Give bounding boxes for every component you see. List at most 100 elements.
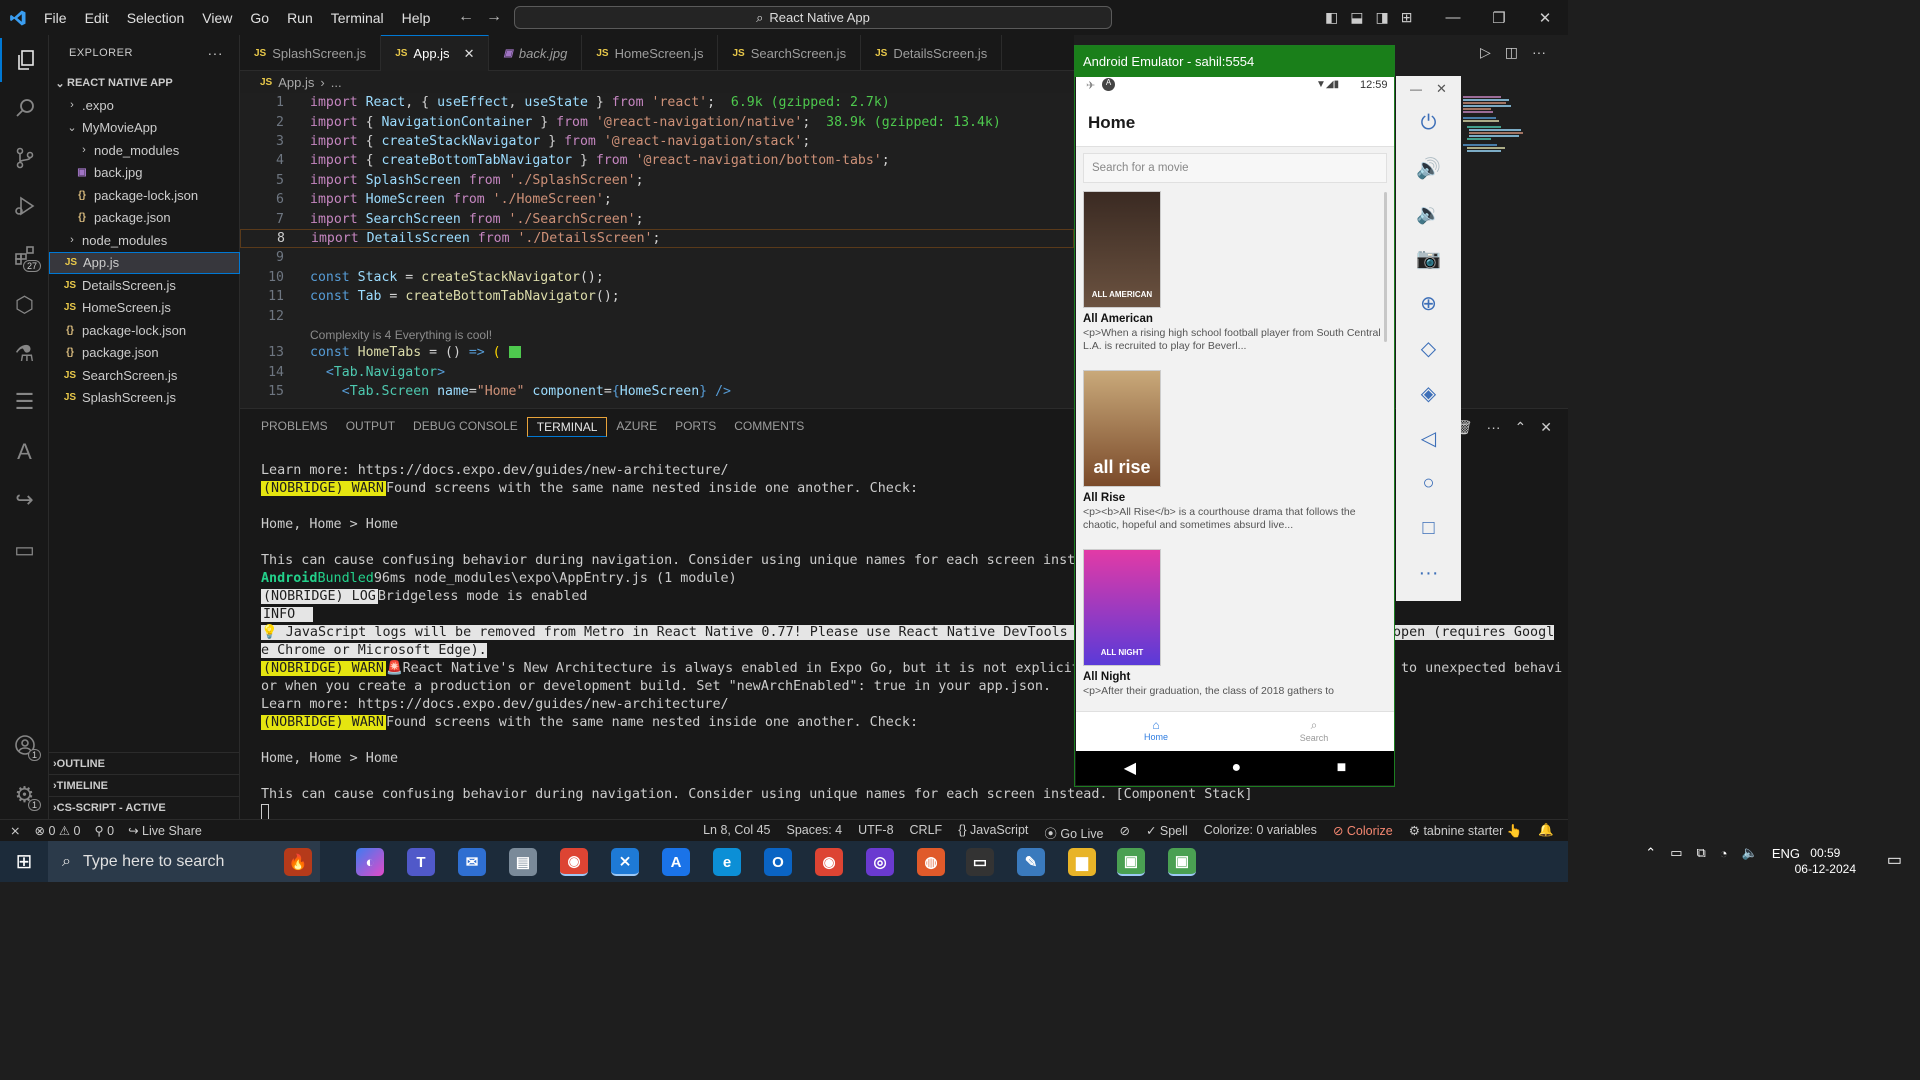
home-circle-icon[interactable]: ○ (1396, 463, 1461, 503)
back-icon[interactable]: ◁ (1396, 418, 1461, 458)
tree-item[interactable]: {} package.json (49, 207, 240, 229)
chrome-icon-2[interactable]: ◉ (815, 848, 843, 876)
emulator-close-icon[interactable]: ✕ (1436, 81, 1447, 97)
fireplace-widget-icon[interactable]: 🔥 (284, 848, 312, 876)
tree-item[interactable]: JS SearchScreen.js (49, 364, 240, 386)
menu-edit[interactable]: Edit (76, 10, 118, 26)
forward-arrow-icon[interactable]: → (486, 8, 514, 25)
tab-problems[interactable]: PROBLEMS (252, 417, 337, 437)
azure-icon[interactable]: ☰ (0, 380, 49, 424)
android-back-icon[interactable]: ◀ (1124, 758, 1136, 778)
remote-icon[interactable]: ⨯ (10, 823, 20, 838)
colorize-vars[interactable]: Colorize: 0 variables (1204, 823, 1317, 842)
tree-item[interactable]: JS DetailsScreen.js (49, 274, 240, 296)
menu-file[interactable]: File (35, 10, 76, 26)
phone-screen[interactable]: ✈ A ▼◢▮ 12:59 Home Search for a movie ⌂ … (1076, 77, 1394, 785)
chrome-icon[interactable]: ◉ (560, 848, 588, 876)
tab-home[interactable]: ⌂ Home (1126, 718, 1186, 742)
movie-poster[interactable]: ALL NIGHT (1083, 549, 1161, 666)
explorer-icon[interactable] (0, 38, 49, 82)
minimize-icon[interactable]: — (1430, 9, 1476, 26)
tab-homescreen[interactable]: JS HomeScreen.js (582, 35, 719, 71)
cs-script-section[interactable]: › CS-SCRIPT - ACTIVE (49, 796, 240, 818)
movie-poster[interactable]: ALL AMERICAN (1083, 191, 1161, 308)
notes-icon[interactable]: ✎ (1017, 848, 1045, 876)
go-live-button[interactable]: ⦿ Go Live (1044, 823, 1103, 842)
tabnine-status[interactable]: ⚙ tabnine starter 👆 (1409, 823, 1523, 842)
live-share-icon[interactable]: ↪ (0, 478, 49, 522)
files-icon[interactable]: ▤ (509, 848, 537, 876)
encoding[interactable]: UTF-8 (858, 823, 893, 842)
testing-icon[interactable]: ⚗ (0, 332, 49, 376)
run-icon[interactable]: ▷ (1480, 44, 1491, 61)
menu-go[interactable]: Go (241, 10, 278, 26)
camera-icon[interactable]: 📷 (1396, 238, 1461, 278)
command-center-search[interactable]: ⌕ React Native App (514, 6, 1112, 29)
app-store-icon[interactable]: A (662, 848, 690, 876)
customize-layout-icon[interactable]: ⊞ (1401, 9, 1413, 26)
outlook-icon[interactable]: O (764, 848, 792, 876)
emulator-minimize-icon[interactable]: — (1410, 82, 1422, 96)
maximize-panel-icon[interactable]: ⌃ (1515, 419, 1527, 436)
copilot-icon[interactable]: ◐ (356, 848, 384, 876)
problems-status[interactable]: ⊗ 0 ⚠ 0 (34, 823, 80, 838)
breadcrumb-file[interactable]: App.js (278, 75, 314, 90)
run-debug-icon[interactable] (0, 184, 49, 228)
notifications-bell-icon[interactable]: 🔔 (1538, 823, 1554, 842)
more-options-icon[interactable]: ··· (1396, 553, 1461, 593)
close-panel-icon[interactable]: ✕ (1540, 419, 1552, 436)
project-root[interactable]: ⌄ REACT NATIVE APP (49, 72, 240, 94)
tree-item[interactable]: {} package-lock.json (49, 184, 240, 206)
outline-section[interactable]: › OUTLINE (49, 752, 240, 774)
taskbar-clock[interactable]: 00:59 06-12-2024 (1795, 845, 1856, 877)
source-control-icon[interactable] (0, 136, 49, 180)
tree-item[interactable]: › node_modules (49, 139, 240, 161)
tree-item[interactable]: {} package-lock.json (49, 319, 240, 341)
menu-selection[interactable]: Selection (118, 10, 194, 26)
tab-output[interactable]: OUTPUT (337, 417, 404, 437)
tab-app-js[interactable]: JS App.js ✕ (381, 35, 490, 71)
tree-item[interactable]: › .expo (49, 94, 240, 116)
purple-app-icon[interactable]: ◎ (866, 848, 894, 876)
code-editor[interactable]: 1 import React, { useEffect, useState } f… (240, 93, 1074, 408)
codelens-text[interactable]: Complexity is 4 Everything is cool! (310, 328, 492, 342)
teams-icon[interactable]: T (407, 848, 435, 876)
rotate-left-icon[interactable]: ◇ (1396, 328, 1461, 368)
timeline-section[interactable]: › TIMELINE (49, 774, 240, 796)
manage-gear-icon[interactable]: ⚙ 1 (0, 773, 49, 817)
edge-icon[interactable]: e (713, 848, 741, 876)
tree-item[interactable]: {} package.json (49, 342, 240, 364)
android-recents-icon[interactable]: ■ (1337, 759, 1347, 777)
minimap[interactable] (1461, 93, 1551, 163)
notification-center-icon[interactable]: ▭ (1887, 850, 1902, 870)
tree-item[interactable]: ⌄ MyMovieApp (49, 117, 240, 139)
tab-ports[interactable]: PORTS (666, 417, 725, 437)
extensions-icon[interactable]: 27 (0, 234, 49, 278)
tree-item[interactable]: JS App.js (49, 251, 240, 274)
breadcrumb-symbol[interactable]: ... (331, 75, 342, 90)
emulator-title-bar[interactable]: Android Emulator - sahil:5554 (1075, 46, 1394, 77)
power-icon[interactable]: ⏻ (1396, 103, 1461, 143)
tree-item[interactable]: JS HomeScreen.js (49, 297, 240, 319)
toggle-sidebar-icon[interactable]: ◧ (1325, 9, 1338, 26)
tab-searchscreen[interactable]: JS SearchScreen.js (718, 35, 862, 71)
android-home-icon[interactable]: ● (1231, 759, 1241, 777)
movie-search-input[interactable]: Search for a movie (1083, 153, 1387, 183)
menu-run[interactable]: Run (278, 10, 322, 26)
movie-poster[interactable]: all rise (1083, 370, 1161, 487)
restore-icon[interactable]: ❐ (1476, 9, 1522, 27)
emulator-taskbar-icon[interactable]: ▣ (1168, 848, 1196, 876)
android-studio-icon[interactable]: ▣ (1117, 848, 1145, 876)
accounts-icon[interactable]: 1 (0, 723, 49, 767)
zoom-icon[interactable]: ⊕ (1396, 283, 1461, 323)
indentation[interactable]: Spaces: 4 (787, 823, 843, 842)
remote-explorer-icon[interactable]: ⬡ (0, 283, 49, 327)
tab-terminal[interactable]: TERMINAL (526, 417, 608, 437)
toggle-panel-icon[interactable]: ⬓ (1350, 9, 1363, 26)
paint-icon[interactable]: ◍ (917, 848, 945, 876)
volume-down-icon[interactable]: 🔉 (1396, 193, 1461, 233)
wifi-icon[interactable]: ◔ (1720, 846, 1728, 861)
vscode-taskbar-icon[interactable]: ⨯ (611, 848, 639, 876)
colorize-status[interactable]: ⊘ Colorize (1333, 823, 1393, 842)
menu-view[interactable]: View (193, 10, 241, 26)
